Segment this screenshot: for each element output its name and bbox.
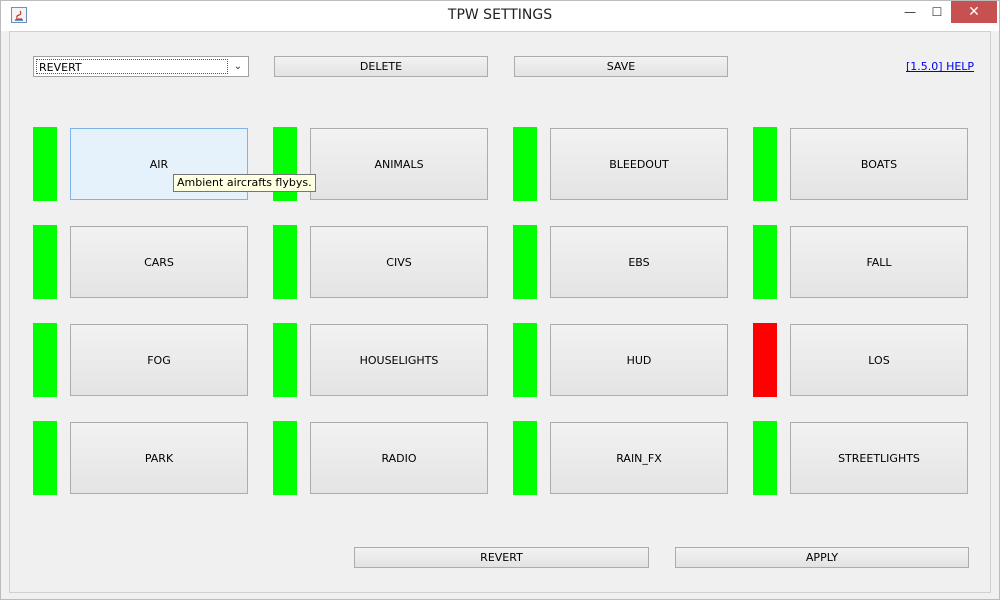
module-button-houselights[interactable]: HOUSELIGHTS bbox=[310, 324, 488, 396]
module-button-ebs[interactable]: EBS bbox=[550, 226, 728, 298]
status-indicator-houselights bbox=[273, 323, 297, 397]
status-indicator-cars bbox=[33, 225, 57, 299]
module-button-hud[interactable]: HUD bbox=[550, 324, 728, 396]
module-button-radio[interactable]: RADIO bbox=[310, 422, 488, 494]
status-indicator-boats bbox=[753, 127, 777, 201]
status-indicator-radio bbox=[273, 421, 297, 495]
status-indicator-park bbox=[33, 421, 57, 495]
status-indicator-bleedout bbox=[513, 127, 537, 201]
module-button-streetlights[interactable]: STREETLIGHTS bbox=[790, 422, 968, 494]
settings-window: TPW SETTINGS — ☐ ✕ REVERT ⌄ DELETE SAVE … bbox=[0, 0, 1000, 600]
status-indicator-ebs bbox=[513, 225, 537, 299]
status-indicator-civs bbox=[273, 225, 297, 299]
module-button-los[interactable]: LOS bbox=[790, 324, 968, 396]
content-panel bbox=[9, 31, 991, 593]
profile-dropdown[interactable]: REVERT ⌄ bbox=[33, 56, 249, 77]
status-indicator-hud bbox=[513, 323, 537, 397]
module-button-fall[interactable]: FALL bbox=[790, 226, 968, 298]
module-button-park[interactable]: PARK bbox=[70, 422, 248, 494]
delete-button[interactable]: DELETE bbox=[274, 56, 488, 77]
apply-button[interactable]: APPLY bbox=[675, 547, 969, 568]
maximize-button[interactable]: ☐ bbox=[923, 1, 951, 23]
tooltip: Ambient aircrafts flybys. bbox=[173, 174, 316, 192]
close-button[interactable]: ✕ bbox=[951, 1, 997, 23]
module-button-civs[interactable]: CIVS bbox=[310, 226, 488, 298]
module-button-rain-fx[interactable]: RAIN_FX bbox=[550, 422, 728, 494]
status-indicator-streetlights bbox=[753, 421, 777, 495]
title-bar[interactable]: TPW SETTINGS — ☐ ✕ bbox=[1, 1, 999, 31]
module-button-fog[interactable]: FOG bbox=[70, 324, 248, 396]
revert-button[interactable]: REVERT bbox=[354, 547, 649, 568]
chevron-down-icon[interactable]: ⌄ bbox=[230, 59, 246, 74]
save-button[interactable]: SAVE bbox=[514, 56, 728, 77]
profile-selected-value: REVERT bbox=[36, 59, 228, 74]
module-button-bleedout[interactable]: BLEEDOUT bbox=[550, 128, 728, 200]
module-button-cars[interactable]: CARS bbox=[70, 226, 248, 298]
status-indicator-los bbox=[753, 323, 777, 397]
module-button-boats[interactable]: BOATS bbox=[790, 128, 968, 200]
window-title: TPW SETTINGS bbox=[447, 7, 553, 23]
status-indicator-fog bbox=[33, 323, 57, 397]
minimize-button[interactable]: — bbox=[897, 1, 923, 23]
help-link[interactable]: [1.5.0] HELP bbox=[906, 60, 974, 73]
status-indicator-rain-fx bbox=[513, 421, 537, 495]
status-indicator-air bbox=[33, 127, 57, 201]
status-indicator-fall bbox=[753, 225, 777, 299]
module-button-animals[interactable]: ANIMALS bbox=[310, 128, 488, 200]
